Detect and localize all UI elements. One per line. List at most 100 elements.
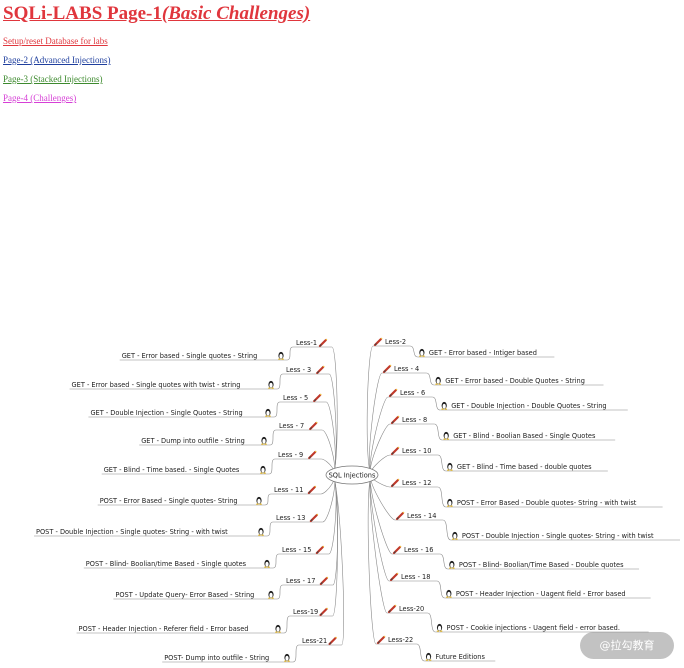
mindmap-node-right[interactable]: Less-2 GET - Error based - Intiger based (373, 337, 537, 357)
linux-penguin-icon (446, 462, 453, 471)
less-label[interactable]: Less - 17 (286, 577, 315, 585)
less-label[interactable]: Less - 7 (279, 422, 304, 430)
watermark: @拉勾教育 (580, 632, 674, 659)
challenge-description[interactable]: POST - Header Injection - Referer field … (79, 625, 249, 633)
mindmap-node-right[interactable]: Less - 16 POST - Blind- Boolian/Time Base… (392, 545, 624, 569)
pencil-icon (395, 511, 405, 521)
mindmap-node-left[interactable]: Less - 15 POST - Blind- Boolian/time Base… (86, 545, 325, 568)
linux-penguin-icon (265, 408, 271, 417)
mindmap-node-right[interactable]: Less - 6 GET - Double Injection - Double … (388, 388, 607, 410)
mindmap-nodes: Less-1 GET - Error based - Single quotes … (36, 337, 654, 662)
pencil-icon (308, 450, 317, 460)
pencil-icon (392, 545, 402, 555)
linux-penguin-icon (446, 498, 453, 507)
mindmap-node-right[interactable]: Less - 12 POST - Error Based - Double quo… (390, 478, 637, 507)
less-label[interactable]: Less-22 (388, 636, 413, 644)
challenge-description[interactable]: GET - Double Injection - Single Quotes -… (90, 409, 242, 417)
linux-penguin-icon (451, 531, 458, 540)
challenge-description[interactable]: POST - Double Injection - Single quotes-… (36, 528, 228, 536)
less-label[interactable]: Less - 14 (407, 512, 436, 520)
less-label[interactable]: Less - 3 (286, 366, 311, 374)
mindmap-node-left[interactable]: Less - 11 POST - Error Based - Single quo… (100, 485, 317, 505)
linux-penguin-icon (256, 496, 262, 505)
pencil-icon (390, 446, 400, 456)
less-label[interactable]: Less - 12 (402, 479, 431, 487)
challenge-description[interactable]: POST - Update Query- Error Based - Strin… (115, 591, 254, 599)
mindmap-node-right[interactable]: Less - 8 GET - Blind - Boolian Based - Si… (390, 415, 596, 440)
mindmap-node-right[interactable]: Less - 14 POST - Double Injection - Singl… (395, 511, 654, 540)
challenge-description[interactable]: GET - Double Injection - Double Quotes -… (451, 402, 606, 410)
pencil-icon (309, 421, 318, 431)
challenge-description[interactable]: GET - Blind - Time based. - Single Quote… (104, 466, 240, 474)
mindmap-node-right[interactable]: Less - 4 GET - Error based - Double Quote… (382, 364, 585, 385)
challenge-description[interactable]: GET - Blind - Boolian Based - Single Quo… (453, 432, 596, 440)
mindmap-node-left[interactable]: Less - 17 POST - Update Query- Error Base… (115, 576, 329, 599)
challenge-description[interactable]: POST - Cookie injections - Uagent field … (447, 624, 620, 632)
linux-penguin-icon (425, 652, 432, 661)
less-label[interactable]: Less - 16 (404, 546, 433, 554)
linux-penguin-icon (448, 560, 455, 569)
pencil-icon (313, 393, 322, 403)
mindmap-node-left[interactable]: Less - 7 GET - Dump into outfile - String (141, 421, 318, 445)
challenge-description[interactable]: POST - Error Based - Single quotes- Stri… (100, 497, 238, 505)
mindmap-node-left[interactable]: Less-1 GET - Error based - Single quotes … (122, 338, 328, 360)
pencil-icon (319, 607, 328, 617)
challenge-description[interactable]: POST- Dump into outfile - String (164, 654, 269, 662)
mindmap-node-right[interactable]: Less - 18 POST - Header Injection - Uagen… (389, 572, 626, 598)
linux-penguin-icon (260, 465, 266, 474)
less-label[interactable]: Less - 11 (274, 486, 303, 494)
challenge-description[interactable]: GET - Error based - Double Quotes - Stri… (445, 377, 585, 385)
less-label[interactable]: Less-2 (385, 338, 406, 346)
challenge-description[interactable]: GET - Error based - Single quotes - Stri… (122, 352, 258, 360)
mindmap-node-left[interactable]: Less - 5 GET - Double Injection - Single … (90, 393, 322, 417)
linux-penguin-icon (275, 624, 281, 633)
less-label[interactable]: Less - 10 (402, 447, 431, 455)
less-label[interactable]: Less - 13 (276, 514, 305, 522)
challenge-description[interactable]: Future Editions (436, 653, 486, 661)
less-label[interactable]: Less-19 (293, 608, 318, 616)
challenge-description[interactable]: POST - Error Based - Double quotes- Stri… (457, 499, 637, 507)
less-label[interactable]: Less - 5 (283, 394, 308, 402)
less-label[interactable]: Less - 15 (282, 546, 311, 554)
linux-penguin-icon (268, 590, 274, 599)
mindmap-node-right[interactable]: Less-20 POST - Cookie injections - Uagent… (387, 604, 620, 632)
less-label[interactable]: Less - 6 (400, 389, 425, 397)
less-label[interactable]: Less-21 (302, 637, 327, 645)
linux-penguin-icon (284, 653, 290, 662)
mindmap-node-left[interactable]: Less - 13 POST - Double Injection - Singl… (36, 513, 319, 536)
less-label[interactable]: Less - 8 (402, 416, 427, 424)
pencil-icon (390, 478, 400, 488)
challenge-description[interactable]: GET - Error based - Intiger based (429, 349, 537, 357)
challenge-description[interactable]: POST - Blind- Boolian/Time Based - Doubl… (459, 561, 624, 569)
linux-penguin-icon (445, 589, 452, 598)
pencil-icon (318, 338, 328, 348)
linux-penguin-icon (436, 623, 443, 632)
mindmap-node-right[interactable]: Less-22 Future Editions (376, 635, 486, 661)
pencil-icon (382, 364, 392, 374)
linux-penguin-icon (261, 436, 267, 445)
mindmap: Less-1 GET - Error based - Single quotes … (34, 337, 680, 663)
mindmap-node-right[interactable]: Less - 10 GET - Blind - Time based - doub… (390, 446, 592, 471)
linux-penguin-icon (268, 380, 274, 389)
mindmap-center-node[interactable]: SQL Injections (325, 465, 379, 485)
pencil-icon (307, 485, 317, 495)
less-label[interactable]: Less - 9 (278, 451, 303, 459)
less-label[interactable]: Less-1 (296, 339, 317, 347)
less-label[interactable]: Less - 4 (394, 365, 419, 373)
challenge-description[interactable]: GET - Error based - Single quotes with t… (72, 381, 241, 389)
challenge-description[interactable]: POST - Header Injection - Uagent field -… (456, 590, 626, 598)
mindmap-node-left[interactable]: Less-21 POST- Dump into outfile - String (164, 636, 337, 662)
mindmap-node-left[interactable]: Less - 3 GET - Error based - Single quote… (72, 365, 325, 389)
linux-penguin-icon (419, 348, 425, 357)
challenge-description[interactable]: GET - Dump into outfile - String (141, 437, 245, 445)
mindmap-node-left[interactable]: Less - 9 GET - Blind - Time based. - Sing… (104, 450, 317, 474)
challenge-description[interactable]: POST - Blind- Boolian/time Based - Singl… (86, 560, 247, 568)
linux-penguin-icon (278, 351, 284, 360)
mindmap-node-left[interactable]: Less-19 POST - Header Injection - Referer… (79, 607, 328, 633)
pencil-icon (328, 636, 337, 646)
challenge-description[interactable]: POST - Double Injection - Single quotes-… (462, 532, 654, 540)
less-label[interactable]: Less - 18 (401, 573, 430, 581)
less-label[interactable]: Less-20 (399, 605, 424, 613)
linux-penguin-icon (443, 431, 450, 440)
challenge-description[interactable]: GET - Blind - Time based - double quotes (457, 463, 592, 471)
